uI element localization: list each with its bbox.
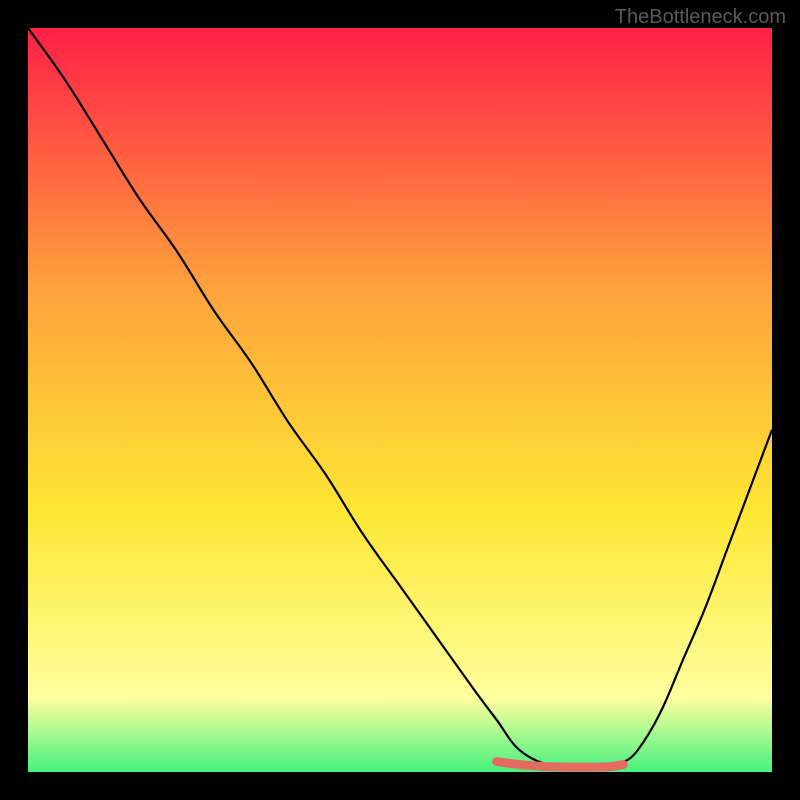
watermark-text: TheBottleneck.com — [615, 6, 786, 29]
chart-svg — [28, 28, 772, 772]
bottleneck-chart — [28, 28, 772, 772]
gradient-background — [28, 28, 772, 772]
